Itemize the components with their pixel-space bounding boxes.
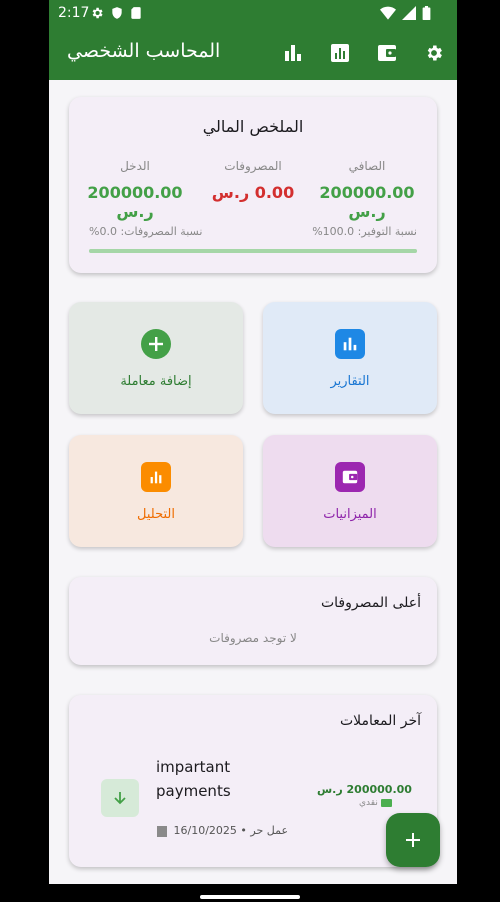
transaction-meta: 16/10/2025 • عمل حر <box>157 824 288 837</box>
sd-card-icon <box>131 7 141 19</box>
net-label: الصافي <box>348 159 386 173</box>
analytics-icon[interactable] <box>329 42 351 64</box>
analysis-label: التحليل <box>137 507 175 522</box>
wallet-icon <box>335 462 365 492</box>
recent-transactions-title: آخر المعاملات <box>339 713 421 729</box>
gear-icon <box>92 7 103 19</box>
arrow-down-icon <box>114 792 126 805</box>
system-navigation-bar <box>0 884 500 902</box>
home-gesture-handle[interactable] <box>200 895 300 899</box>
transaction-category: عمل حر <box>250 824 289 837</box>
recent-transactions-card: آخر المعاملات impartant payments 200000.… <box>69 695 437 867</box>
cash-icon <box>380 798 392 807</box>
expense-ratio: نسبة المصروفات: 0.0% <box>89 225 203 238</box>
add-transaction-label: إضافة معاملة <box>120 374 192 389</box>
top-expenses-title: أعلى المصروفات <box>320 595 421 611</box>
expenses-label: المصروفات <box>224 159 282 173</box>
battery-icon <box>422 6 431 20</box>
add-transaction-tile[interactable]: إضافة معاملة <box>69 302 243 414</box>
savings-ratio: نسبة التوفير: 100.0% <box>312 225 417 238</box>
app-bar: المحاسب الشخصي <box>49 26 457 80</box>
income-label: الدخل <box>120 159 150 173</box>
top-expenses-empty: لا توجد مصروفات <box>209 631 297 645</box>
bar-chart-icon <box>335 329 365 359</box>
income-column: الدخل 200000.00 ر.س <box>75 159 195 221</box>
status-time: 2:17 <box>58 5 90 21</box>
net-value: 200000.00 ر.س <box>319 183 415 221</box>
add-fab-button[interactable] <box>386 813 440 867</box>
add-circle-icon <box>141 329 171 359</box>
expenses-column: المصروفات 0.00 ر.س <box>193 159 313 202</box>
savings-progress-bar <box>89 249 417 253</box>
transaction-type-badge <box>101 779 139 817</box>
reports-label: التقارير <box>330 374 370 389</box>
savings-progress-fill <box>89 249 417 253</box>
app-title: المحاسب الشخصي <box>67 40 221 62</box>
wifi-icon <box>380 6 396 20</box>
budgets-tile[interactable]: الميزانيات <box>263 435 437 547</box>
bar-chart-icon[interactable] <box>282 42 304 64</box>
payment-method-label: نقدي <box>359 798 378 808</box>
app-screen: 2:17 المحاسب الشخصي الملخص المالي الدخل … <box>49 0 457 884</box>
status-bar: 2:17 <box>49 0 457 26</box>
transaction-date: 16/10/2025 <box>173 824 237 837</box>
settings-icon[interactable] <box>423 42 445 64</box>
signal-icon <box>402 6 416 20</box>
analysis-tile[interactable]: التحليل <box>69 435 243 547</box>
net-column: الصافي 200000.00 ر.س <box>307 159 427 221</box>
plus-icon <box>406 833 420 847</box>
top-expenses-card: أعلى المصروفات لا توجد مصروفات <box>69 577 437 665</box>
transaction-amount: 200000.00 ر.س <box>317 783 412 796</box>
summary-title: الملخص المالي <box>202 117 304 136</box>
wallet-icon[interactable] <box>376 42 398 64</box>
meta-separator: • <box>240 824 247 837</box>
analytics-icon <box>141 462 171 492</box>
building-icon <box>157 825 167 837</box>
transaction-title: impartant payments <box>156 758 231 800</box>
budgets-label: الميزانيات <box>323 507 377 522</box>
shield-icon <box>112 7 122 19</box>
income-value: 200000.00 ر.س <box>87 183 183 221</box>
financial-summary-card: الملخص المالي الدخل 200000.00 ر.س المصرو… <box>69 97 437 273</box>
transaction-payment-method: نقدي <box>359 798 392 808</box>
expenses-value: 0.00 ر.س <box>211 183 295 202</box>
reports-tile[interactable]: التقارير <box>263 302 437 414</box>
